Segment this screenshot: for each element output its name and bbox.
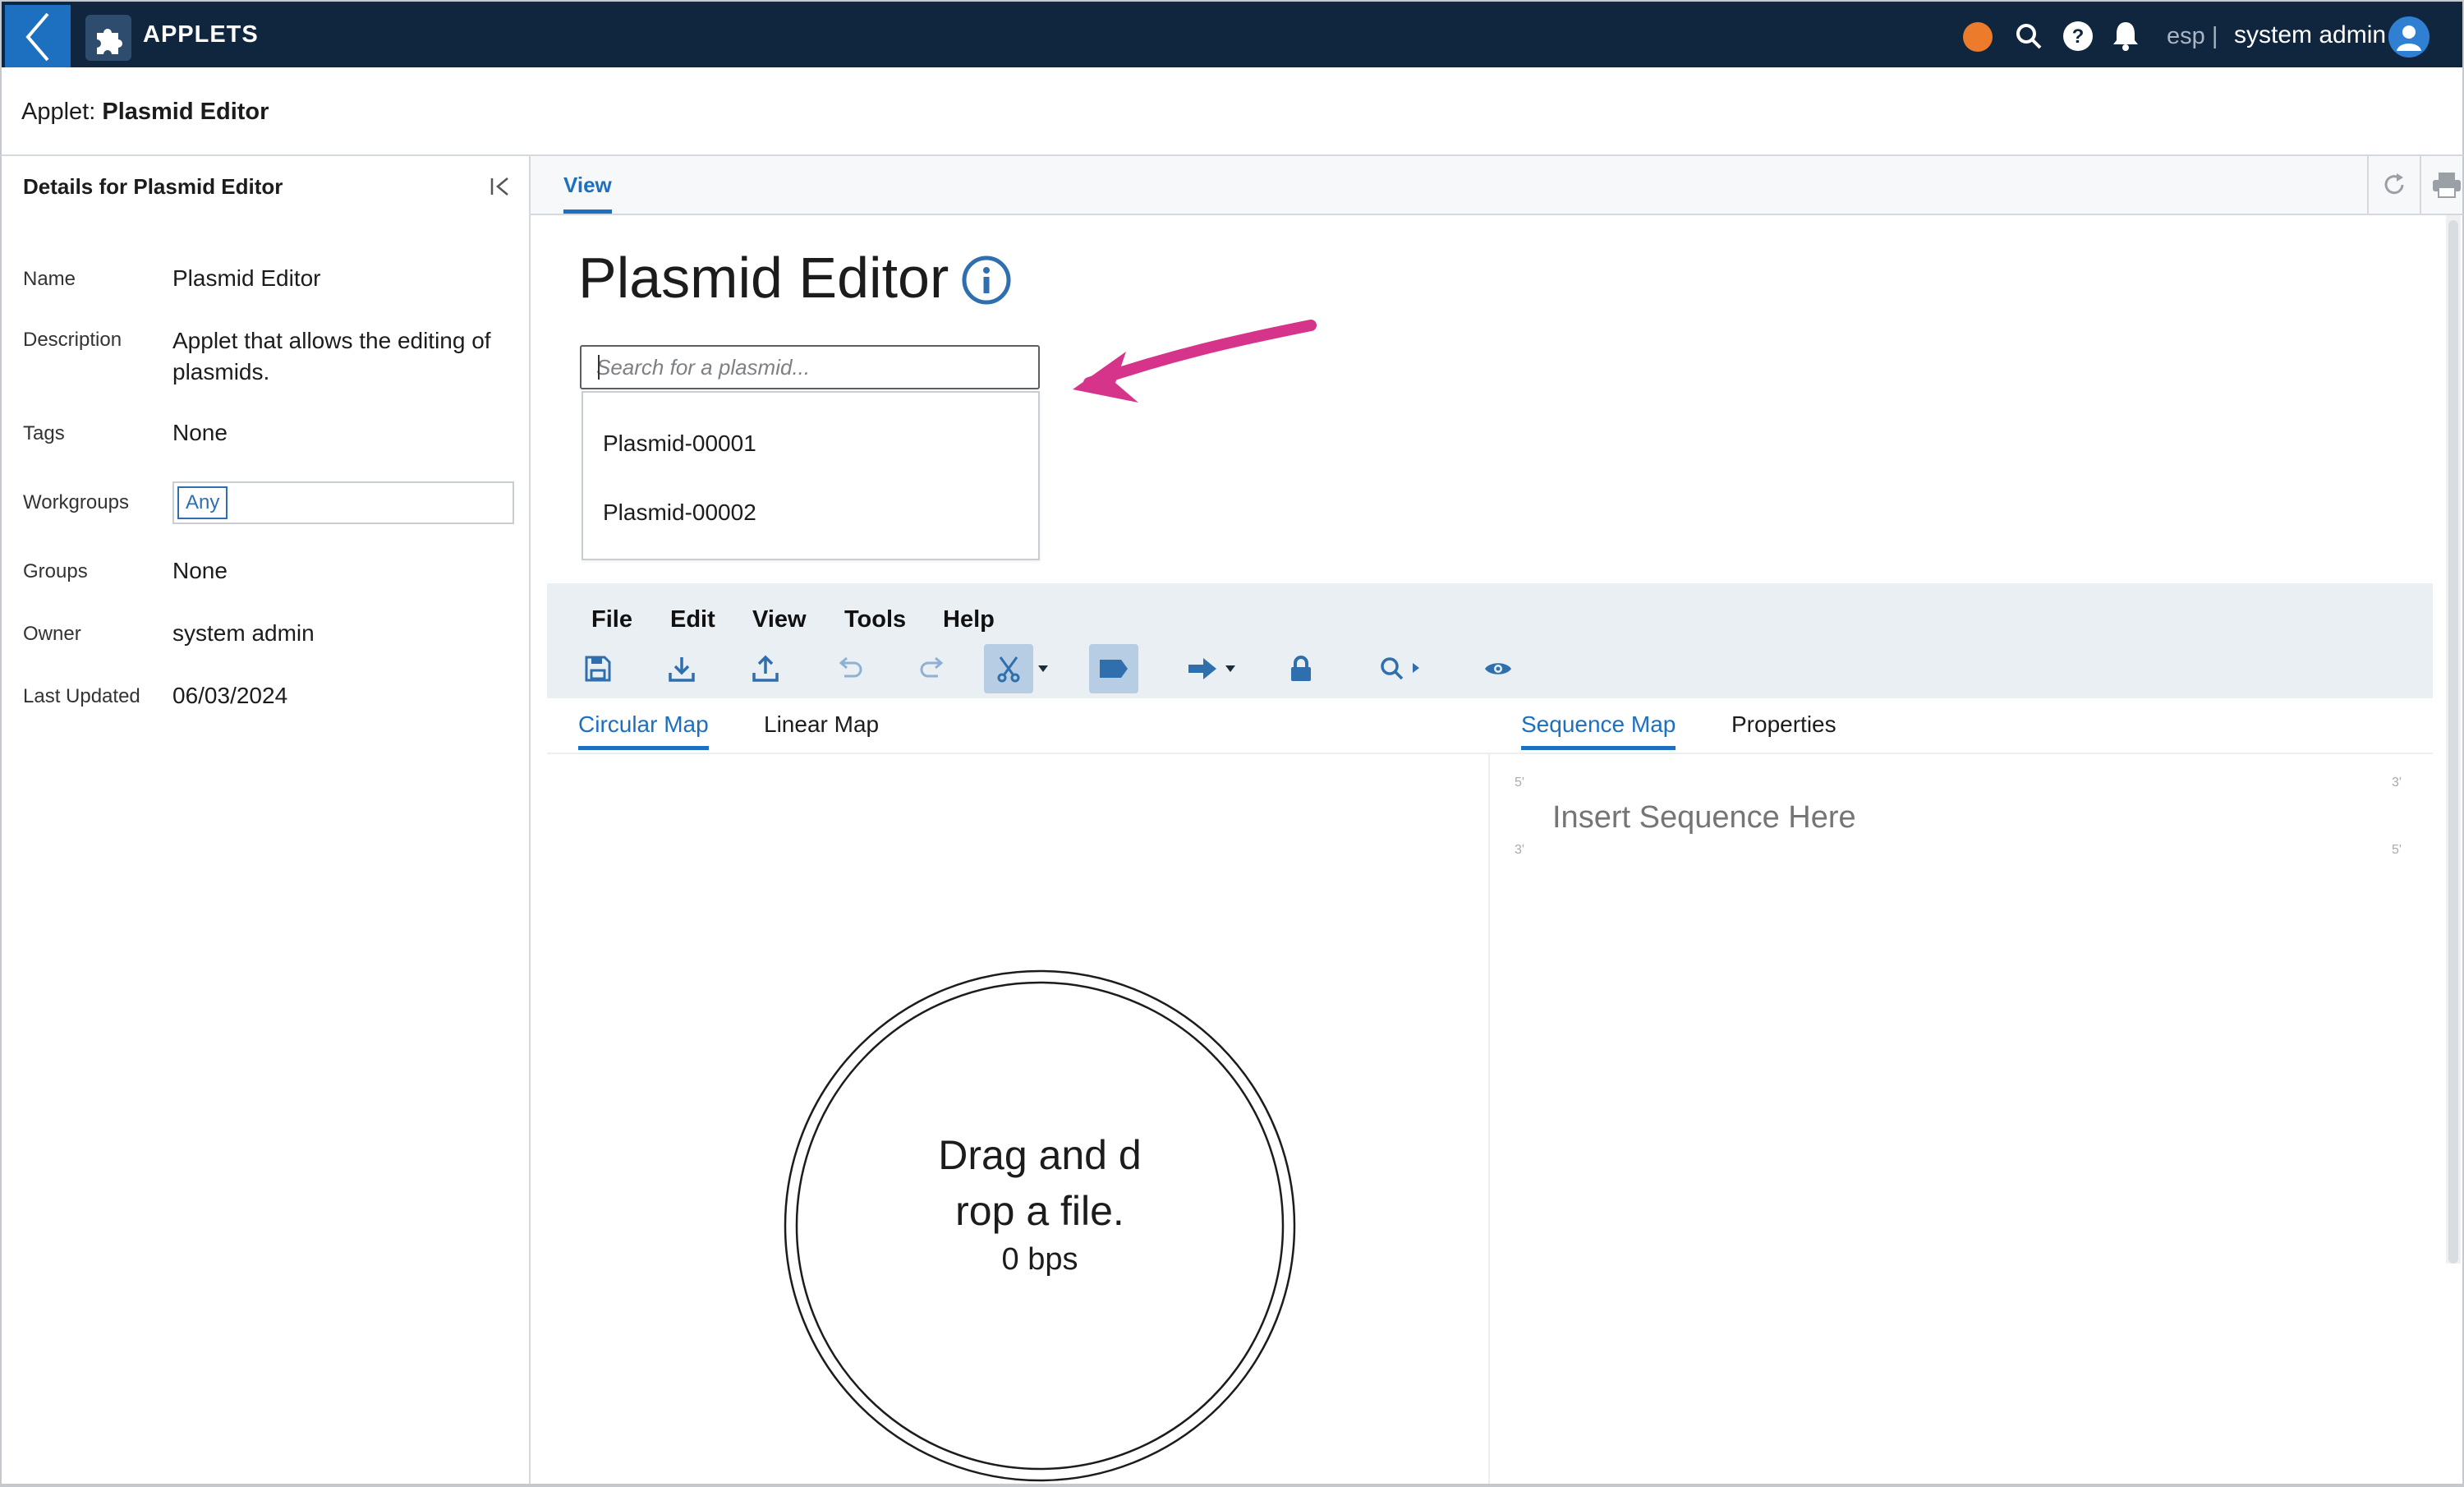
tags-value: None (172, 420, 228, 445)
owner-label: Owner (23, 623, 81, 645)
groups-label: Groups (23, 560, 88, 582)
menu-view[interactable]: View (752, 606, 807, 633)
search-next-icon[interactable] (1377, 649, 1426, 688)
puzzle-icon (85, 15, 131, 61)
groups-value: None (172, 558, 228, 583)
menu-help[interactable]: Help (943, 606, 995, 633)
strand-label-5-top: 5' (1515, 776, 1524, 790)
view-tab-strip: View (531, 156, 2464, 215)
refresh-icon (2384, 173, 2404, 195)
bell-icon[interactable] (2109, 20, 2142, 53)
collapse-panel-icon[interactable] (488, 174, 513, 199)
status-indicator[interactable] (1963, 22, 1993, 52)
tab-divider (547, 753, 2433, 754)
top-navigation-bar: APPLETS ? esp | system admin (0, 0, 2464, 69)
pane-divider[interactable] (1488, 754, 1490, 1487)
tags-label: Tags (23, 422, 65, 444)
print-button[interactable] (2420, 156, 2464, 214)
language-selector[interactable]: esp | (2167, 23, 2218, 50)
drop-file-line-2: rop a file. (955, 1188, 1124, 1234)
download-icon[interactable] (664, 649, 700, 688)
back-button[interactable] (5, 5, 71, 69)
tab-linear-map[interactable]: Linear Map (764, 711, 879, 738)
user-name[interactable]: system admin (2234, 21, 2386, 49)
applet-header: Applet: Plasmid Editor (0, 67, 2464, 156)
last-updated-label: Last Updated (23, 685, 140, 707)
applet-content: Plasmid Editor Plasmid-00001 Plasmid-000… (531, 215, 2464, 1487)
redo-icon[interactable] (915, 649, 951, 688)
tab-view[interactable]: View (563, 173, 612, 214)
app-title: APPLETS (143, 21, 259, 48)
drop-file-line-1: Drag and d (938, 1132, 1142, 1178)
applet-name: Plasmid Editor (102, 99, 269, 125)
content-scrollbar[interactable] (2446, 215, 2461, 1264)
tag-icon[interactable] (1089, 644, 1138, 693)
text-caret (598, 355, 600, 380)
strand-label-5-bottom: 5' (2392, 843, 2402, 857)
description-label: Description (23, 329, 122, 351)
arrow-right-icon[interactable] (1184, 649, 1221, 688)
dropdown-item-plasmid-00002[interactable]: Plasmid-00002 (603, 500, 756, 526)
name-label: Name (23, 268, 76, 290)
applet-breadcrumb: Applet: Plasmid Editor (21, 99, 269, 126)
help-icon[interactable]: ? (2062, 20, 2094, 53)
window-frame-bottom (0, 1484, 2464, 1487)
tab-circular-map[interactable]: Circular Map (578, 711, 709, 750)
strand-label-3-top: 3' (2392, 776, 2402, 790)
page-title: Plasmid Editor (578, 246, 949, 310)
refresh-button[interactable] (2367, 156, 2420, 214)
lock-icon[interactable] (1283, 649, 1319, 688)
editor-toolbar: File Edit View Tools Help (547, 583, 2433, 698)
base-pair-count: 0 bps (1001, 1242, 1078, 1277)
strand-label-3-bottom: 3' (1515, 843, 1524, 857)
svg-text:?: ? (2072, 25, 2085, 48)
menu-tools[interactable]: Tools (844, 606, 906, 633)
last-updated-value: 06/03/2024 (172, 683, 288, 708)
drop-file-text: Drag and d rop a file. (894, 1127, 1186, 1239)
tab-properties[interactable]: Properties (1731, 711, 1837, 738)
scissors-icon[interactable] (984, 644, 1033, 693)
name-value: Plasmid Editor (172, 265, 321, 291)
save-icon[interactable] (580, 649, 616, 688)
applet-prefix: Applet: (21, 99, 96, 125)
tab-sequence-map[interactable]: Sequence Map (1521, 711, 1676, 750)
undo-icon[interactable] (831, 649, 867, 688)
workgroups-field[interactable]: Any (172, 481, 514, 524)
sequence-input-placeholder[interactable]: Insert Sequence Here (1552, 800, 1856, 836)
workgroup-chip[interactable]: Any (177, 486, 228, 519)
arrow-dropdown-icon[interactable] (1222, 649, 1239, 688)
annotation-arrow-icon (1073, 320, 1317, 403)
scissors-dropdown-icon[interactable] (1035, 649, 1051, 688)
dropdown-item-plasmid-00001[interactable]: Plasmid-00001 (603, 430, 756, 457)
back-icon (25, 12, 49, 62)
upload-icon[interactable] (747, 649, 784, 688)
details-title: Details for Plasmid Editor (23, 174, 283, 199)
owner-value: system admin (172, 620, 315, 646)
scrollbar-thumb[interactable] (2448, 220, 2458, 1264)
details-panel: Details for Plasmid Editor Name Plasmid … (0, 156, 531, 1487)
print-icon (2433, 173, 2461, 198)
workgroups-label: Workgroups (23, 491, 129, 513)
menu-edit[interactable]: Edit (670, 606, 715, 633)
description-value: Applet that allows the editing of plasmi… (172, 328, 491, 384)
menu-file[interactable]: File (591, 606, 632, 633)
search-icon[interactable] (2012, 20, 2045, 53)
eye-icon[interactable] (1480, 649, 1516, 688)
user-avatar-icon[interactable] (2388, 16, 2430, 58)
